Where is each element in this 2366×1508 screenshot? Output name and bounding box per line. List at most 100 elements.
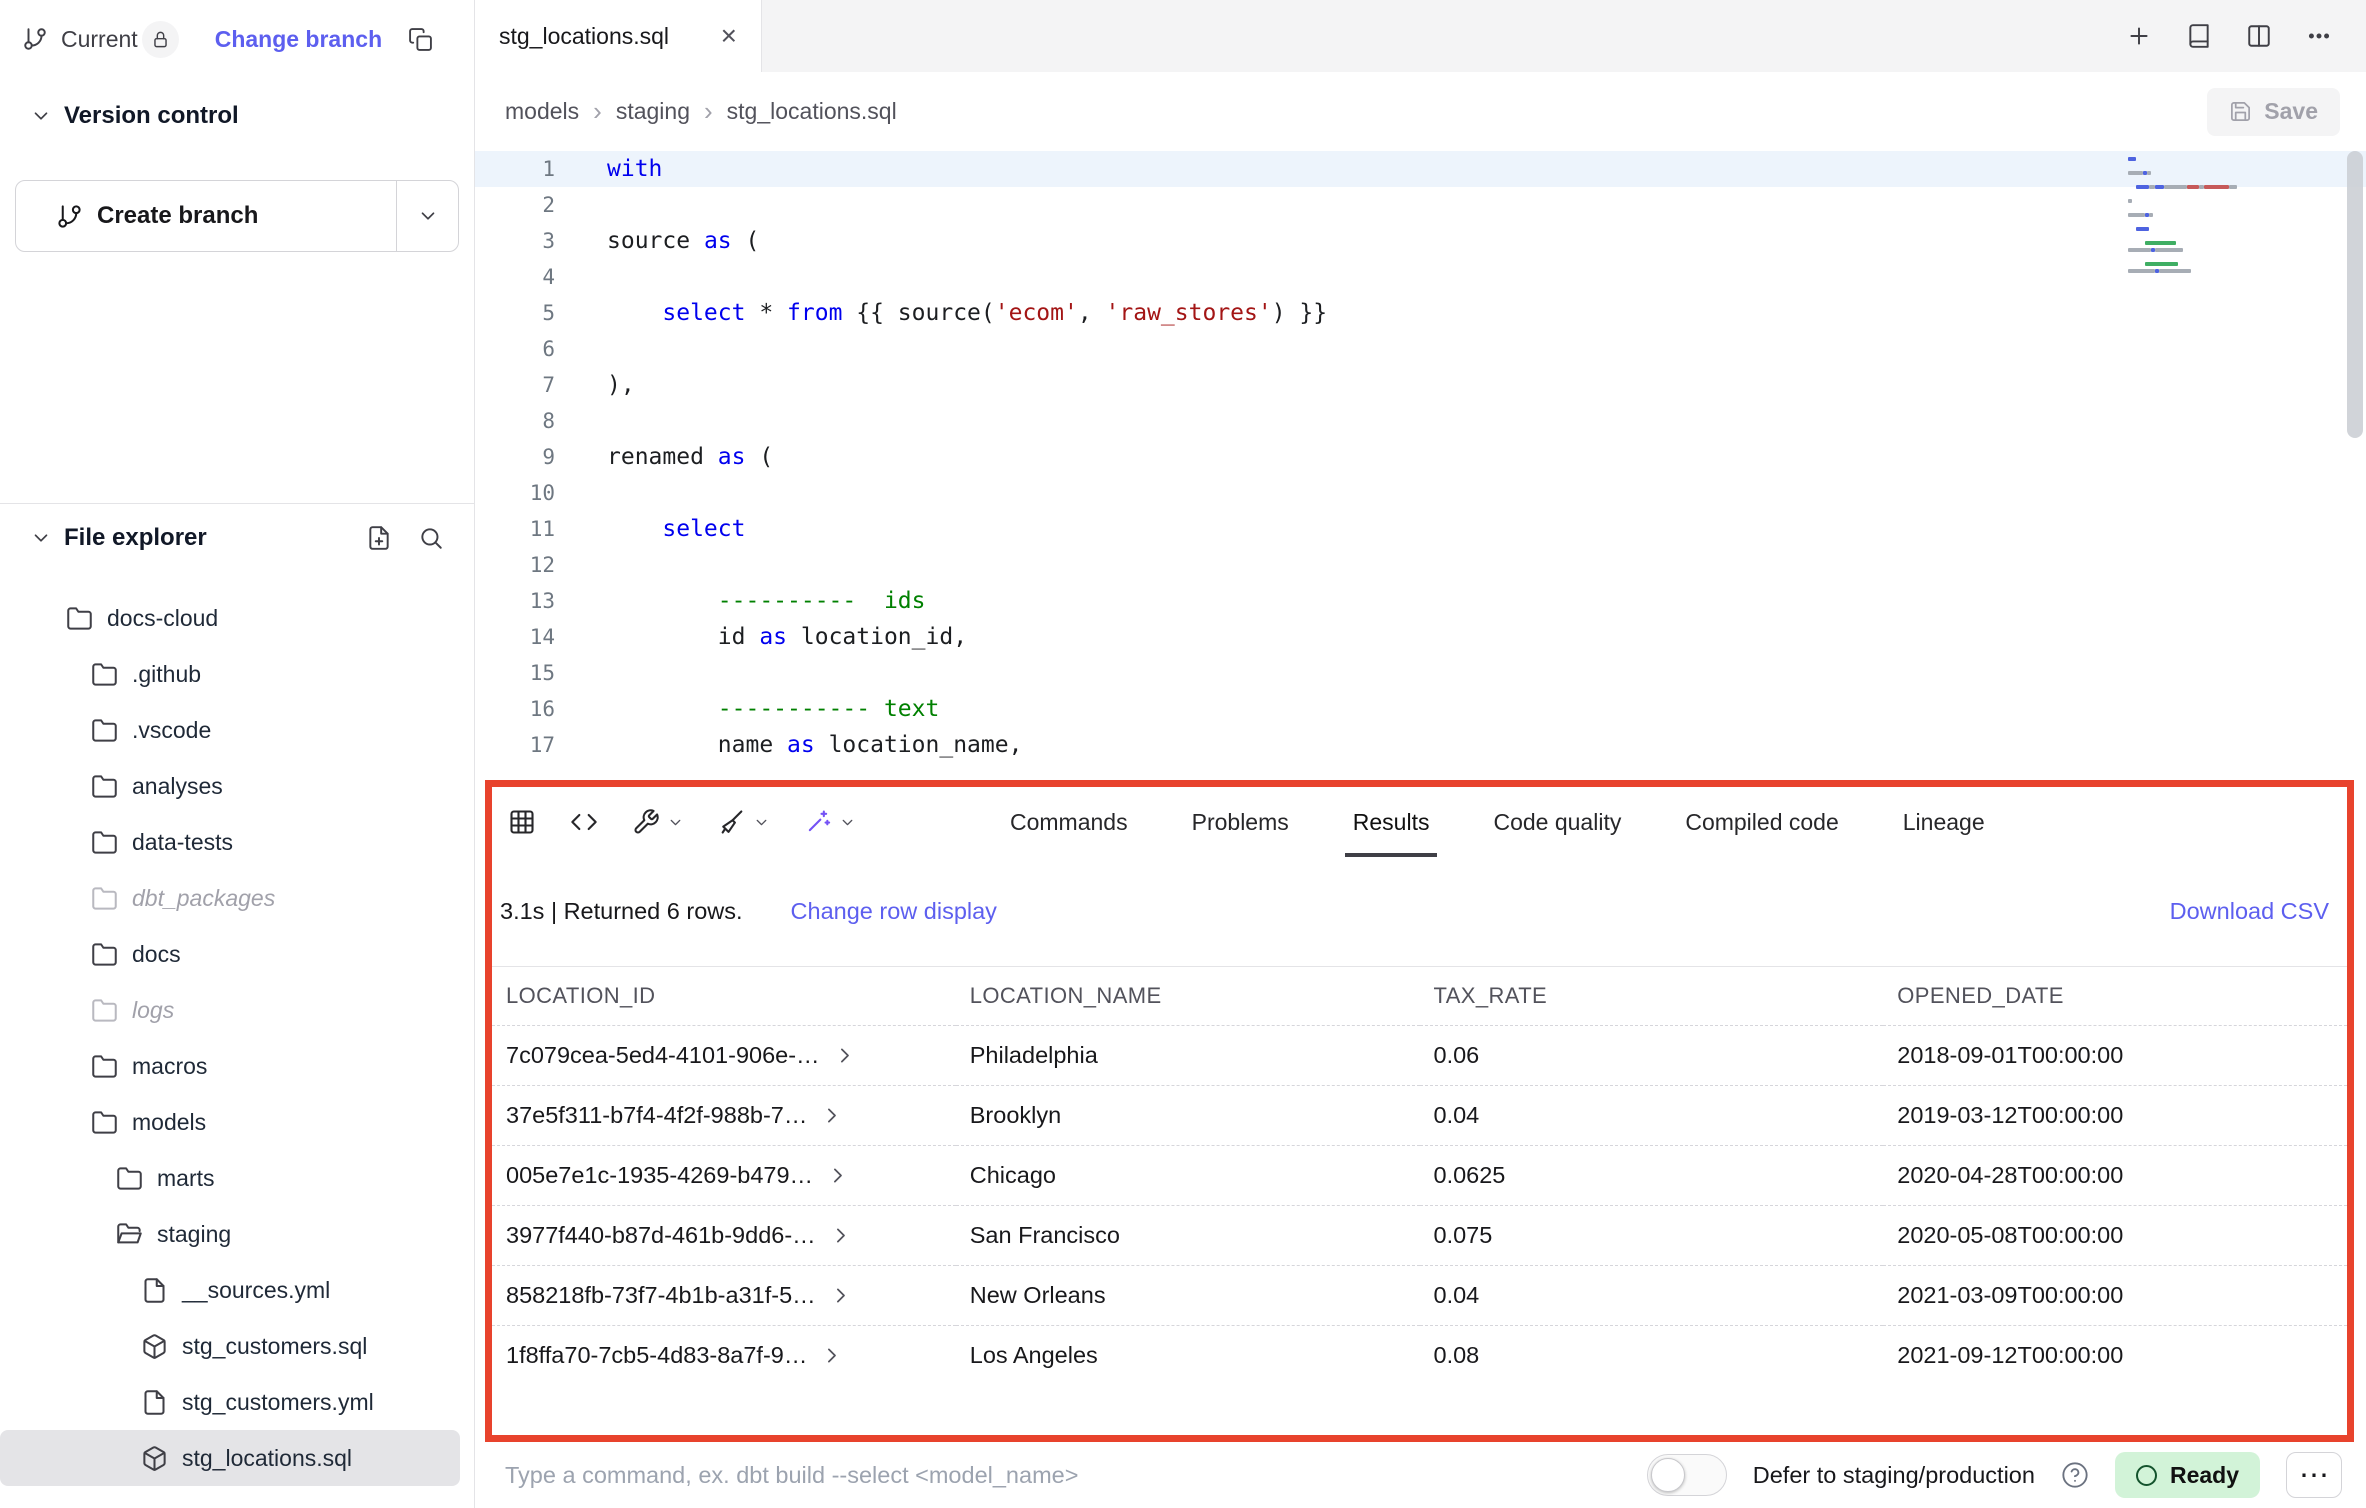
tree-item-marts[interactable]: marts (0, 1150, 460, 1206)
expand-row-icon[interactable] (821, 1105, 842, 1126)
more-actions-button[interactable]: ⋯ (2286, 1452, 2342, 1498)
tree-item-staging[interactable]: staging (0, 1206, 460, 1262)
tree-item-stg-locations-sql[interactable]: stg_locations.sql (0, 1430, 460, 1486)
code-text: id as location_id, (607, 624, 967, 650)
defer-toggle[interactable] (1647, 1454, 1727, 1496)
line-number: 4 (475, 265, 607, 289)
table-cell: 0.04 (1420, 1085, 1884, 1145)
save-button[interactable]: Save (2207, 88, 2340, 136)
table-cell: 2020-05-08T00:00:00 (1883, 1205, 2347, 1265)
column-header-opened-date: OPENED_DATE (1883, 967, 2347, 1025)
breadcrumb-item-staging[interactable]: staging (616, 98, 690, 125)
ide-status-button[interactable]: Ready (2115, 1452, 2260, 1498)
main-area: stg_locations.sql × models›staging›stg_l… (475, 0, 2366, 1508)
panel-tab-compiled-code[interactable]: Compiled code (1685, 787, 1838, 857)
line-number: 3 (475, 229, 607, 253)
tab-close-icon[interactable]: × (721, 22, 737, 50)
changelog-icon[interactable] (2186, 23, 2212, 49)
table-row: 3977f440-b87d-461b-9dd6-…San Francisco0.… (492, 1205, 2347, 1265)
create-branch-button[interactable]: Create branch (16, 181, 396, 251)
split-editor-icon[interactable] (2246, 23, 2272, 49)
folder-icon (91, 1053, 118, 1080)
panel-tab-problems[interactable]: Problems (1192, 787, 1289, 857)
code-line: 15 (475, 655, 2366, 691)
editor-tab[interactable]: stg_locations.sql × (475, 0, 762, 72)
panel-tab-results[interactable]: Results (1353, 787, 1430, 857)
expand-row-icon[interactable] (827, 1165, 848, 1186)
line-number: 5 (475, 301, 607, 325)
expand-row-icon[interactable] (830, 1225, 851, 1246)
breadcrumb-item-models[interactable]: models (505, 98, 579, 125)
tree-item-vscode[interactable]: .vscode (0, 702, 460, 758)
chevron-down-icon (30, 527, 52, 549)
chevron-down-icon (753, 814, 770, 831)
expand-row-icon[interactable] (830, 1285, 851, 1306)
line-number: 17 (475, 733, 607, 757)
build-tools-button[interactable] (632, 808, 684, 836)
code-text: name as location_name, (607, 732, 1022, 758)
file-name: stg_customers.sql (182, 1333, 367, 1360)
panel-tab-commands[interactable]: Commands (1010, 787, 1128, 857)
current-branch[interactable]: Current (22, 26, 138, 53)
code-line: 1with (475, 151, 2366, 187)
create-branch-dropdown[interactable] (396, 181, 458, 251)
breadcrumb-item-stg-locations-sql[interactable]: stg_locations.sql (727, 98, 897, 125)
broom-icon (718, 808, 746, 836)
tree-item-docs[interactable]: docs (0, 926, 460, 982)
dbt-ide-app: Current Change branch Version control Cr… (0, 0, 2366, 1508)
file-name: docs (132, 941, 181, 968)
command-input[interactable] (505, 1462, 1623, 1489)
new-tab-plus-icon[interactable] (2126, 23, 2152, 49)
table-row: 7c079cea-5ed4-4101-906e-…Philadelphia0.0… (492, 1025, 2347, 1085)
search-icon[interactable] (418, 525, 444, 551)
line-number: 12 (475, 553, 607, 577)
tree-item-stg-customers-yml[interactable]: stg_customers.yml (0, 1374, 460, 1430)
tree-item-data-tests[interactable]: data-tests (0, 814, 460, 870)
change-branch-link[interactable]: Change branch (215, 26, 382, 53)
wrench-icon (632, 808, 660, 836)
more-options-icon[interactable] (2306, 23, 2332, 49)
tree-item-analyses[interactable]: analyses (0, 758, 460, 814)
version-control-header[interactable]: Version control (0, 92, 474, 140)
tree-item-dbt-packages[interactable]: dbt_packages (0, 870, 460, 926)
table-cell: 0.06 (1420, 1025, 1884, 1085)
tree-item-logs[interactable]: logs (0, 982, 460, 1038)
line-number: 16 (475, 697, 607, 721)
table-view-button[interactable] (508, 808, 536, 836)
new-file-icon[interactable] (366, 525, 392, 551)
tree-item-models[interactable]: models (0, 1094, 460, 1150)
fix-button[interactable] (804, 808, 856, 836)
panel-tab-code-quality[interactable]: Code quality (1493, 787, 1621, 857)
code-editor[interactable]: 1with23source as (45 select * from {{ so… (475, 151, 2366, 780)
chevron-down-icon (839, 814, 856, 831)
file-explorer-header[interactable]: File explorer (0, 514, 474, 562)
table-cell: 0.075 (1420, 1205, 1884, 1265)
line-number: 13 (475, 589, 607, 613)
minimap[interactable] (2128, 157, 2338, 276)
format-button[interactable] (718, 808, 770, 836)
download-csv-link[interactable]: Download CSV (2170, 898, 2329, 925)
help-icon[interactable] (2061, 1461, 2089, 1489)
expand-row-icon[interactable] (834, 1045, 855, 1066)
tree-item-stg-customers-sql[interactable]: stg_customers.sql (0, 1318, 460, 1374)
panel-tab-lineage[interactable]: Lineage (1903, 787, 1985, 857)
code-line: 10 (475, 475, 2366, 511)
change-row-display-link[interactable]: Change row display (791, 898, 997, 925)
tree-item-macros[interactable]: macros (0, 1038, 460, 1094)
column-header-location-id: LOCATION_ID (492, 967, 956, 1025)
code-view-button[interactable] (570, 808, 598, 836)
cell-location-id: 1f8ffa70-7cb5-4d83-8a7f-9… (492, 1325, 956, 1385)
file-name: data-tests (132, 829, 233, 856)
copy-branch-button[interactable] (408, 27, 433, 52)
expand-row-icon[interactable] (821, 1345, 842, 1366)
file-name: .github (132, 661, 201, 688)
chevron-down-icon (417, 205, 439, 227)
location-id-value: 1f8ffa70-7cb5-4d83-8a7f-9… (506, 1342, 807, 1369)
tree-item-sources-yml[interactable]: __sources.yml (0, 1262, 460, 1318)
create-branch-split-button: Create branch (15, 180, 459, 252)
tree-item-github[interactable]: .github (0, 646, 460, 702)
tree-item-docs-cloud[interactable]: docs-cloud (0, 590, 460, 646)
folder-icon (91, 885, 118, 912)
editor-scrollbar-thumb[interactable] (2347, 151, 2363, 438)
code-line: 12 (475, 547, 2366, 583)
